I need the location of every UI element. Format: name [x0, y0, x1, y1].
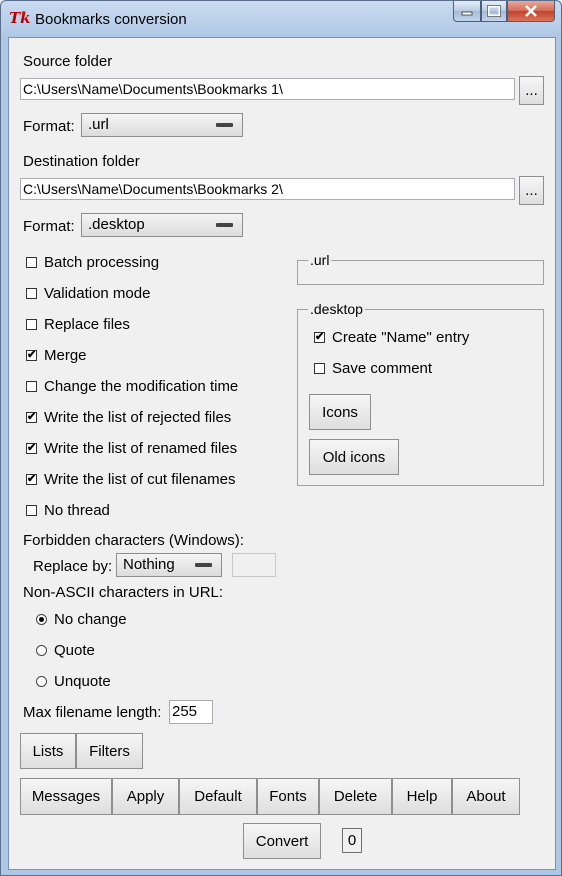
destination-browse-button[interactable]: ...	[519, 176, 544, 205]
dropdown-icon	[216, 223, 233, 227]
title-bar[interactable]: Tk Bookmarks conversion	[1, 1, 561, 37]
option-label: Write the list of rejected files	[44, 409, 232, 426]
messages-button[interactable]: Messages	[20, 778, 112, 815]
checkbox[interactable]	[26, 257, 37, 268]
option-label: No thread	[44, 502, 110, 519]
destination-folder-label: Destination folder	[23, 153, 140, 170]
app-window: Tk Bookmarks conversion Source folder C:…	[0, 0, 562, 876]
destination-format-select[interactable]: .desktop	[81, 213, 243, 237]
radio-button[interactable]	[36, 676, 47, 687]
tk-app-icon: Tk	[9, 9, 31, 27]
checkbox[interactable]: ✔	[314, 332, 325, 343]
forbidden-characters-label: Forbidden characters (Windows):	[23, 532, 244, 549]
source-format-select[interactable]: .url	[81, 113, 243, 137]
destination-path-input[interactable]: C:\Users\Name\Documents\Bookmarks 2\	[20, 178, 515, 200]
close-icon	[525, 5, 537, 17]
destination-format-label: Format:	[23, 218, 75, 235]
replace-by-value: Nothing	[123, 556, 175, 573]
checkbox[interactable]: ✔	[26, 350, 37, 361]
radio-button[interactable]	[36, 645, 47, 656]
checkbox[interactable]: ✔	[26, 443, 37, 454]
option-label: Validation mode	[44, 285, 151, 302]
option-label: Write the list of renamed files	[44, 440, 238, 457]
option-label: Write the list of cut filenames	[44, 471, 236, 488]
replace-by-select[interactable]: Nothing	[116, 553, 222, 577]
url-frame	[297, 260, 544, 285]
checkbox[interactable]: ✔	[26, 474, 37, 485]
destination-format-value: .desktop	[88, 216, 145, 233]
delete-button[interactable]: Delete	[319, 778, 392, 815]
checkbox[interactable]	[26, 319, 37, 330]
source-browse-button[interactable]: ...	[519, 76, 544, 105]
lists-button[interactable]: Lists	[20, 733, 76, 769]
checkbox[interactable]	[26, 288, 37, 299]
replace-by-label: Replace by:	[33, 558, 113, 575]
convert-button[interactable]: Convert	[243, 823, 321, 859]
desktop-frame-title: .desktop	[308, 301, 365, 317]
source-folder-label: Source folder	[23, 53, 113, 70]
icons-button[interactable]: Icons	[309, 394, 371, 430]
main-panel: Source folder C:\Users\Name\Documents\Bo…	[8, 37, 556, 870]
max-filename-length-label: Max filename length:	[23, 704, 162, 721]
minimize-icon	[461, 11, 473, 16]
max-filename-length-input[interactable]: 255	[169, 700, 213, 724]
default-button[interactable]: Default	[179, 778, 257, 815]
radio-label: Unquote	[54, 673, 111, 690]
apply-button[interactable]: Apply	[112, 778, 179, 815]
maximize-button[interactable]	[481, 1, 507, 22]
minimize-button[interactable]	[453, 1, 481, 22]
about-button[interactable]: About	[452, 778, 520, 815]
dropdown-icon	[216, 123, 233, 127]
source-path-input[interactable]: C:\Users\Name\Documents\Bookmarks 1\	[20, 78, 515, 100]
checkbox[interactable]	[26, 381, 37, 392]
close-button[interactable]	[507, 1, 555, 22]
checkbox[interactable]: ✔	[26, 412, 37, 423]
radio-label: No change	[54, 611, 127, 628]
option-label: Merge	[44, 347, 87, 364]
checkbox[interactable]	[26, 505, 37, 516]
option-label: Create "Name" entry	[332, 329, 470, 346]
old-icons-button[interactable]: Old icons	[309, 439, 399, 475]
replace-by-text-field[interactable]	[232, 553, 276, 577]
option-label: Save comment	[332, 360, 433, 377]
radio-button[interactable]	[36, 614, 47, 625]
checkbox[interactable]	[314, 363, 325, 374]
maximize-icon	[487, 5, 501, 17]
radio-label: Quote	[54, 642, 95, 659]
source-format-label: Format:	[23, 118, 75, 135]
filters-button[interactable]: Filters	[76, 733, 143, 769]
dropdown-icon	[195, 563, 212, 567]
option-label: Change the modification time	[44, 378, 239, 395]
option-label: Replace files	[44, 316, 130, 333]
window-title: Bookmarks conversion	[35, 11, 187, 28]
non-ascii-label: Non-ASCII characters in URL:	[23, 584, 224, 601]
option-label: Batch processing	[44, 254, 160, 271]
source-format-value: .url	[88, 116, 109, 133]
help-button[interactable]: Help	[392, 778, 452, 815]
url-frame-title: .url	[308, 252, 332, 268]
counter-display: 0	[342, 828, 362, 853]
fonts-button[interactable]: Fonts	[257, 778, 319, 815]
